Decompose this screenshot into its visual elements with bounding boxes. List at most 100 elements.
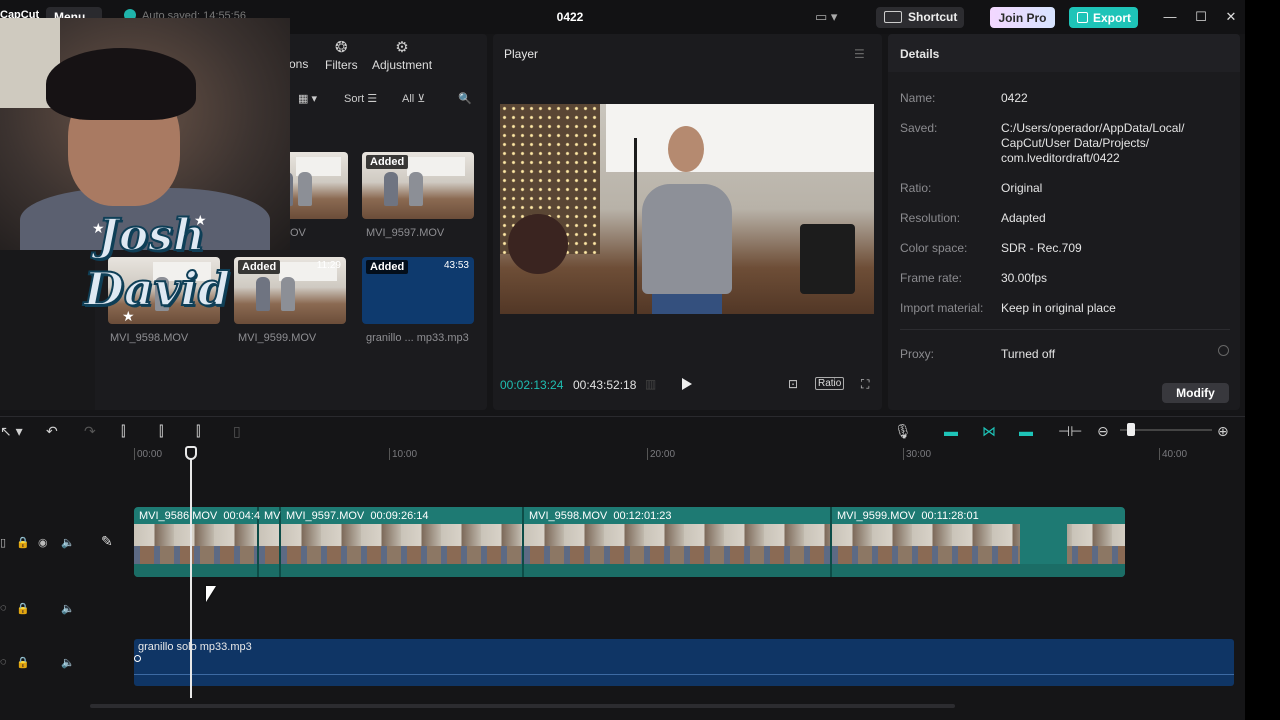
keyboard-icon [884, 11, 902, 23]
filter-all-button[interactable]: All ⊻ [402, 92, 425, 105]
detail-label: Import material: [900, 301, 984, 315]
clip-name: MVI_9586.MOV [139, 510, 218, 522]
redo-icon[interactable]: ↷ [84, 423, 96, 440]
edit-cover-icon[interactable]: ✎ [101, 533, 113, 550]
clip-waveform [259, 564, 279, 577]
lock-icon[interactable]: 🔒 [16, 602, 30, 615]
clip-label: MVI_9598.MOV 00:12:01:23 [529, 510, 672, 522]
timeline-clip[interactable]: MVI_9586.MOV 00:04:4 [134, 507, 260, 577]
channel-logo: Josh David ★ ★ ★ [82, 209, 231, 328]
info-icon[interactable] [1218, 345, 1229, 356]
video-mic-stand [634, 138, 637, 314]
added-badge: Added [366, 155, 409, 169]
capcut-window: CapCut Menu ▾ Auto saved: 14:55:56 0422 … [0, 0, 1245, 720]
timeline-clip[interactable]: MVI_9599.MOV 00:11:28:01 [832, 507, 1125, 577]
timeline-clip[interactable]: MVI_9598.MOV 00:12:01:23 [524, 507, 832, 577]
detail-label: Ratio: [900, 181, 932, 195]
filter-all-label: All [402, 93, 415, 105]
clip-name: MVI_9598.MOV [529, 510, 608, 522]
close-button[interactable]: ✕ [1223, 9, 1239, 25]
detail-value: Turned off [1001, 347, 1056, 361]
delete-left-icon[interactable]: ⫿ [159, 423, 163, 440]
sort-button[interactable]: Sort ☰ [344, 92, 377, 105]
minimize-button[interactable]: — [1162, 9, 1178, 24]
search-icon[interactable]: 🔍 [458, 92, 472, 105]
video-speaker-body [642, 184, 732, 294]
ruler-tick [389, 448, 390, 460]
speaker-icon[interactable]: 🔈 [61, 536, 75, 549]
tab-captions[interactable]: ons [289, 38, 308, 71]
audio-track-clip[interactable]: granillo solo mp33.mp3 [134, 639, 1234, 686]
media-item-audio[interactable]: Added 43:53 [362, 257, 474, 324]
export-button[interactable]: Export [1069, 7, 1138, 28]
microphone-icon[interactable]: 🎙 [894, 423, 912, 440]
media-item-name: MVI_9597.MOV [366, 227, 445, 239]
clip-name: MVI_9597.MOV [286, 510, 365, 522]
current-timecode: 00:02:13:24 [500, 378, 564, 392]
join-pro-button[interactable]: Join Pro [990, 7, 1055, 28]
clip-waveform [524, 564, 830, 577]
eye-icon[interactable]: ◉ [38, 536, 48, 549]
media-item[interactable]: Added [362, 152, 474, 219]
main-track-magnet-icon[interactable]: ▬ [944, 423, 958, 439]
video-preview[interactable] [500, 104, 874, 314]
view-grid-icon[interactable]: ▦ ▾ [298, 92, 317, 105]
track-toggle-icon[interactable]: ◌ [0, 602, 7, 614]
audio-clip-name: granillo solo mp33.mp3 [138, 641, 252, 653]
menu-icon[interactable]: ☰ [854, 47, 865, 61]
detail-value: Keep in original place [1001, 301, 1116, 315]
preview-axis-icon[interactable]: ⊣⊢ [1058, 423, 1082, 440]
track-toggle-icon[interactable]: ◌ [0, 656, 7, 668]
tab-adjustment[interactable]: ⚙ Adjustment [372, 38, 432, 72]
timeline-view-icon[interactable]: ▥ [645, 377, 656, 391]
maximize-button[interactable]: ☐ [1193, 9, 1209, 25]
split-icon[interactable]: ⫿ [121, 423, 125, 440]
ruler-tick [1159, 448, 1160, 460]
tab-filters[interactable]: ❂ Filters [325, 38, 358, 72]
zoom-slider-handle[interactable] [1127, 423, 1135, 436]
detail-label: Color space: [900, 241, 968, 255]
mouse-cursor-icon [206, 586, 216, 602]
speaker-icon[interactable]: 🔈 [61, 656, 75, 669]
modify-button[interactable]: Modify [1162, 383, 1229, 403]
play-button[interactable] [682, 378, 692, 390]
shortcut-button[interactable]: Shortcut [876, 7, 964, 28]
undo-icon[interactable]: ↶ [46, 423, 58, 440]
video-drums [508, 214, 568, 274]
clip-thumbnails [134, 524, 257, 564]
auto-snap-icon[interactable]: ⋈ [982, 423, 996, 440]
linkage-icon[interactable]: ▬ [1019, 423, 1033, 439]
star-icon: ★ [122, 308, 135, 324]
layout-icon[interactable]: ▭ ▾ [815, 9, 837, 25]
zoom-out-icon[interactable]: ⊖ [1097, 423, 1109, 440]
lock-icon[interactable]: 🔒 [16, 656, 30, 669]
captions-icon [289, 38, 308, 55]
playhead-handle[interactable] [185, 446, 197, 460]
star-icon: ★ [194, 212, 207, 228]
detail-value: SDR - Rec.709 [1001, 241, 1082, 255]
fit-icon[interactable]: ⊡ [788, 377, 798, 391]
zoom-in-icon[interactable]: ⊕ [1217, 423, 1229, 440]
timeline-clip[interactable]: MV [259, 507, 281, 577]
clip-name: MVI_9599.MOV [837, 510, 916, 522]
playhead-line[interactable] [190, 446, 192, 698]
lock-icon[interactable]: 🔒 [16, 536, 30, 549]
fullscreen-icon[interactable]: ⛶ [861, 377, 869, 392]
added-badge: Added [366, 260, 409, 274]
clip-duration: 00:09:26:14 [370, 510, 429, 522]
delete-icon[interactable]: ▯ [233, 423, 241, 440]
cover-icon[interactable]: ▯ [0, 536, 6, 549]
timeline-clip[interactable]: MVI_9597.MOV 00:09:26:14 [281, 507, 524, 577]
delete-right-icon[interactable]: ⫿ [196, 423, 200, 440]
details-title: Details [900, 47, 940, 61]
detail-label: Frame rate: [900, 271, 963, 285]
timeline-scrollbar[interactable] [90, 704, 955, 708]
logo-line-1: Josh [97, 209, 206, 262]
detail-value: C:/Users/operador/AppData/Local/ CapCut/… [1001, 121, 1185, 165]
ratio-button[interactable]: Ratio [815, 377, 845, 390]
media-item[interactable]: Added 11:29 [234, 257, 346, 324]
select-tool-icon[interactable]: ↖ ▾ [0, 423, 23, 440]
thumb-person [298, 172, 313, 207]
speaker-icon[interactable]: 🔈 [61, 602, 75, 615]
keyframe-icon[interactable] [134, 655, 141, 662]
